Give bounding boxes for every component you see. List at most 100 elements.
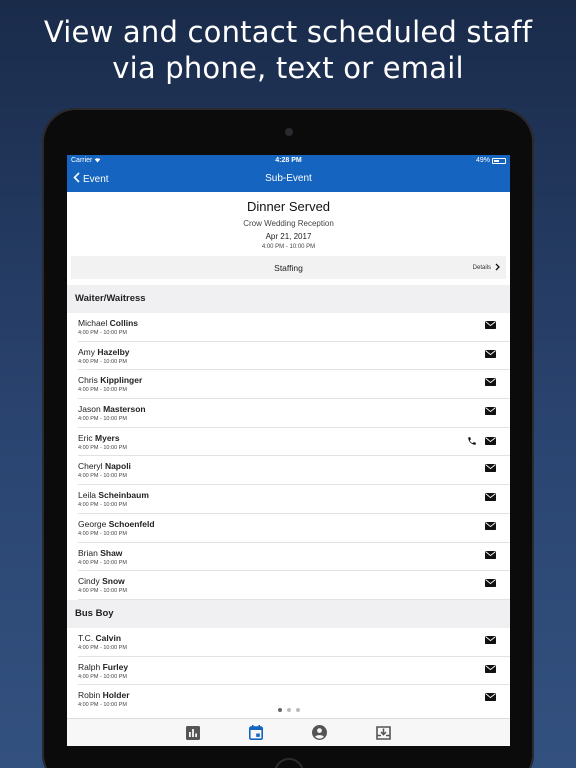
event-title: Dinner Served <box>246 199 331 214</box>
staff-name: Robin Holder <box>78 690 130 700</box>
first-name: Chris <box>78 375 98 386</box>
shift-time: 4:00 PM - 10:00 PM <box>78 473 127 480</box>
shift-time: 4:00 PM - 10:00 PM <box>78 416 127 423</box>
details-label: Details <box>472 265 491 271</box>
event-time: 4:00 PM - 10:00 PM <box>261 244 316 250</box>
email-icon[interactable] <box>485 378 496 387</box>
staff-name: Jason Masterson <box>78 404 146 414</box>
last-name: Napoli <box>104 461 131 472</box>
contact-actions <box>467 436 496 446</box>
status-bar: Carrier 4:28 PM 49% <box>67 155 510 166</box>
email-icon[interactable] <box>485 635 496 644</box>
staff-row[interactable]: T.C. Calvin 4:00 PM - 10:00 PM <box>78 628 510 657</box>
staff-name: Amy Hazelby <box>78 347 130 357</box>
staff-row[interactable]: Brian Shaw 4:00 PM - 10:00 PM <box>78 543 510 572</box>
last-name: Masterson <box>103 404 146 415</box>
phone-icon[interactable] <box>467 436 477 446</box>
staff-row[interactable]: George Schoenfeld 4:00 PM - 10:00 PM <box>78 514 510 543</box>
download-icon[interactable] <box>375 725 391 740</box>
contact-actions <box>485 635 496 644</box>
contact-actions <box>485 493 496 502</box>
staff-row[interactable]: Cheryl Napoli 4:00 PM - 10:00 PM <box>78 456 510 486</box>
app-screen: Carrier 4:28 PM 49% Event Sub-Event Dinn… <box>67 155 510 746</box>
battery-percent: 49% <box>475 157 490 164</box>
event-subtitle: Crow Wedding Reception <box>243 219 334 228</box>
email-icon[interactable] <box>485 407 496 416</box>
page-dot[interactable] <box>286 708 291 712</box>
last-name: Holder <box>102 690 130 701</box>
first-name: George <box>78 518 107 529</box>
staff-row[interactable]: Chris Kipplinger 4:00 PM - 10:00 PM <box>78 370 510 400</box>
staff-name: Leila Scheinbaum <box>78 490 149 500</box>
page-dot[interactable] <box>295 708 300 712</box>
staff-row[interactable]: Michael Collins 4:00 PM - 10:00 PM <box>78 313 510 342</box>
email-icon[interactable] <box>485 521 496 530</box>
last-name: Scheinbaum <box>98 490 149 501</box>
first-name: Cindy <box>78 576 100 587</box>
contact-actions <box>485 349 496 358</box>
first-name: Jason <box>78 404 101 415</box>
home-button[interactable] <box>274 758 304 768</box>
tab-bar <box>67 718 510 746</box>
chart-icon[interactable] <box>186 725 201 740</box>
email-icon[interactable] <box>485 321 496 329</box>
account-icon[interactable] <box>311 725 327 740</box>
staff-name: Michael Collins <box>78 318 138 328</box>
email-icon[interactable] <box>485 550 496 559</box>
shift-time: 4:00 PM - 10:00 PM <box>78 444 127 451</box>
nav-title: Sub-Event <box>265 173 312 184</box>
headline-line-1: View and contact scheduled staff <box>43 15 533 49</box>
section-header: Waiter/Waitress <box>67 285 510 313</box>
shift-time: 4:00 PM - 10:00 PM <box>78 502 127 509</box>
staff-row[interactable]: Jason Masterson 4:00 PM - 10:00 PM <box>78 399 510 428</box>
tablet-frame: Carrier 4:28 PM 49% Event Sub-Event Dinn… <box>42 108 534 768</box>
first-name: Brian <box>78 547 98 558</box>
email-icon[interactable] <box>485 493 496 502</box>
shift-time: 4:00 PM - 10:00 PM <box>78 330 127 336</box>
email-icon[interactable] <box>485 464 496 473</box>
shift-time: 4:00 PM - 10:00 PM <box>78 588 127 595</box>
last-name: Kipplinger <box>100 375 143 386</box>
staff-row[interactable]: Ralph Furley 4:00 PM - 10:00 PM <box>78 657 510 686</box>
staff-row[interactable]: Amy Hazelby 4:00 PM - 10:00 PM <box>78 342 510 371</box>
staff-row[interactable]: Leila Scheinbaum 4:00 PM - 10:00 PM <box>78 485 510 514</box>
navigation-bar: Carrier 4:28 PM 49% Event Sub-Event <box>67 155 510 192</box>
last-name: Furley <box>102 661 129 672</box>
staff-name: Cheryl Napoli <box>78 461 131 471</box>
calendar-icon[interactable] <box>249 725 264 740</box>
first-name: Robin <box>78 690 101 701</box>
email-icon[interactable] <box>485 436 496 445</box>
staffing-label: Staffing <box>274 263 303 273</box>
staff-row[interactable]: Eric Myers 4:00 PM - 10:00 PM <box>78 428 510 457</box>
first-name: Ralph <box>78 661 101 672</box>
staffing-bar[interactable]: Staffing Details <box>71 256 506 279</box>
details-link[interactable]: Details <box>473 263 500 273</box>
section-header: Bus Boy <box>67 599 510 628</box>
contact-actions <box>485 378 496 387</box>
contact-actions <box>485 693 496 702</box>
email-icon[interactable] <box>485 664 496 673</box>
email-icon[interactable] <box>485 693 496 702</box>
shift-time: 4:00 PM - 10:00 PM <box>78 673 127 680</box>
chevron-right-icon <box>495 263 500 273</box>
email-icon[interactable] <box>485 579 496 588</box>
contact-actions <box>485 464 496 473</box>
shift-time: 4:00 PM - 10:00 PM <box>78 644 127 651</box>
battery-icon <box>492 157 506 164</box>
contact-actions <box>485 579 496 588</box>
staff-name: Brian Shaw <box>78 548 122 558</box>
staff-name: Cindy Snow <box>78 576 125 586</box>
status-time: 4:28 PM <box>275 157 302 164</box>
shift-time: 4:00 PM - 10:00 PM <box>78 559 127 566</box>
staff-row[interactable]: Cindy Snow 4:00 PM - 10:00 PM <box>78 571 510 600</box>
page-dot[interactable] <box>277 708 282 712</box>
last-name: Hazelby <box>97 346 130 357</box>
page-indicator <box>67 708 510 712</box>
contact-actions <box>485 407 496 416</box>
shift-time: 4:00 PM - 10:00 PM <box>78 530 127 537</box>
camera <box>285 128 293 136</box>
first-name: Leila <box>78 490 96 501</box>
last-name: Collins <box>109 318 139 328</box>
event-header: Dinner Served Crow Wedding Reception Apr… <box>67 192 510 256</box>
email-icon[interactable] <box>485 349 496 358</box>
